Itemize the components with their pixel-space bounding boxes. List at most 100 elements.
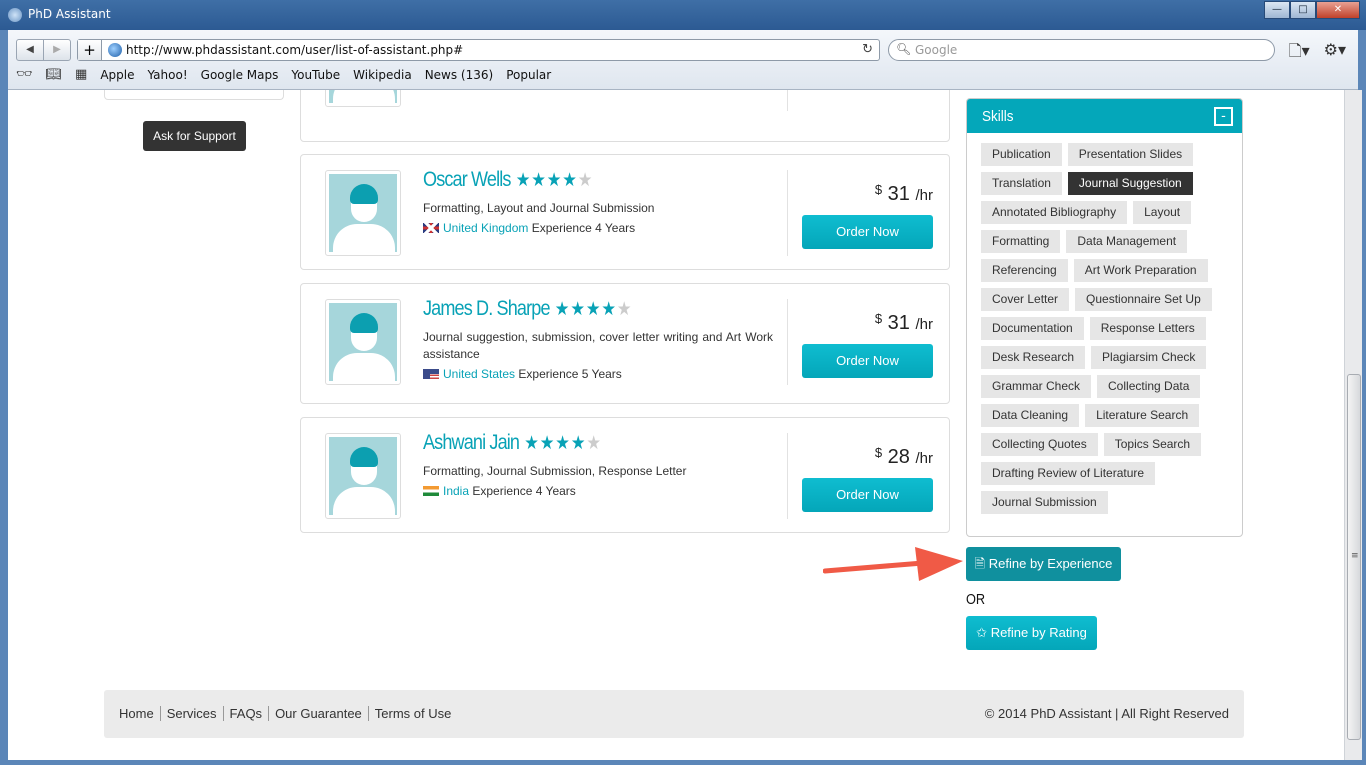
browser-icon xyxy=(8,8,22,22)
bookmark-news[interactable]: News (136)▼ xyxy=(425,68,842,529)
rating-stars: ★★★★★ xyxy=(555,299,633,320)
bookmark-wikipedia[interactable]: Wikipedia xyxy=(353,68,412,82)
skill-tag[interactable]: Data Management xyxy=(1066,230,1188,253)
grid-icon[interactable]: ▦ xyxy=(75,67,87,82)
star-icon: ★ xyxy=(554,299,571,320)
bookmark-youtube[interactable]: YouTube xyxy=(291,68,340,82)
bookmark-apple[interactable]: Apple xyxy=(100,68,134,82)
url-text[interactable]: http://www.phdassistant.com/user/list-of… xyxy=(126,43,463,57)
footer-link-home[interactable]: Home xyxy=(119,706,160,721)
skill-tag[interactable]: Art Work Preparation xyxy=(1073,259,1208,282)
close-button[interactable]: ✕ xyxy=(1316,1,1360,19)
country-link[interactable]: United Kingdom xyxy=(443,221,528,235)
price: $ 31 /hr xyxy=(875,311,933,335)
assistant-card: Oscar Wells ★★★★★ Formatting, Layout and … xyxy=(300,154,950,270)
skill-tag[interactable]: Presentation Slides xyxy=(1067,143,1194,166)
star-icon: ★ xyxy=(531,170,547,191)
skill-tag[interactable]: Plagiarsim Check xyxy=(1091,346,1207,369)
skill-tag[interactable]: Formatting xyxy=(981,230,1061,253)
skill-tag[interactable]: Literature Search xyxy=(1085,404,1200,427)
reading-list-icon[interactable]: 👓︎ xyxy=(16,67,33,82)
avatar[interactable] xyxy=(325,90,401,107)
back-button[interactable]: ◀ xyxy=(17,40,43,60)
skill-tag[interactable]: Translation xyxy=(981,172,1062,195)
window-title: PhD Assistant xyxy=(28,7,111,21)
refine-by-rating-button[interactable]: ✩ Refine by Rating xyxy=(966,616,1097,650)
scrollbar-thumb[interactable]: ≡ xyxy=(1347,374,1361,740)
footer-link-faqs[interactable]: FAQs xyxy=(222,706,269,721)
assistant-card: James D. Sharpe ★★★★★ Journal suggestion,… xyxy=(300,283,950,404)
assistant-location: United States Experience 5 Years xyxy=(423,367,622,381)
order-now-button[interactable]: Order Now xyxy=(802,478,933,512)
skill-tag[interactable]: Referencing xyxy=(981,259,1068,282)
star-icon: ★ xyxy=(586,433,602,454)
footer: Home Services FAQs Our Guarantee Terms o… xyxy=(104,690,1244,738)
bookmark-yahoo[interactable]: Yahoo! xyxy=(148,68,188,82)
price-unit: /hr xyxy=(915,450,933,467)
footer-link-terms[interactable]: Terms of Use xyxy=(367,706,458,721)
skill-tag[interactable]: Questionnaire Set Up xyxy=(1075,288,1212,311)
copyright: © 2014 PhD Assistant | All Right Reserve… xyxy=(984,706,1229,721)
skill-tag[interactable]: Documentation xyxy=(981,317,1084,340)
collapse-button[interactable]: - xyxy=(1214,107,1233,126)
bookmark-google-maps[interactable]: Google Maps xyxy=(201,68,279,82)
skills-panel: Skills - Publication Presentation Slides T… xyxy=(966,98,1243,537)
or-label: OR xyxy=(966,591,986,608)
skill-tag[interactable]: Layout xyxy=(1133,201,1192,224)
star-icon: ★ xyxy=(546,170,563,191)
arrow-annotation xyxy=(823,547,963,581)
divider xyxy=(787,299,788,385)
flag-icon xyxy=(423,369,439,379)
skill-tag[interactable]: Journal Suggestion xyxy=(1067,172,1193,195)
skill-tag[interactable]: Desk Research xyxy=(981,346,1086,369)
avatar[interactable] xyxy=(325,170,401,256)
gear-icon[interactable]: ⚙▾ xyxy=(1324,40,1346,67)
web-page: Ask for Support United States Experience… xyxy=(8,90,1344,760)
skill-tag[interactable]: Collecting Quotes xyxy=(981,433,1098,456)
country-link[interactable]: India xyxy=(443,484,469,498)
reload-icon[interactable]: ↻ xyxy=(862,42,873,57)
skill-tag[interactable]: Drafting Review of Literature xyxy=(981,462,1156,485)
order-now-button[interactable]: Order Now xyxy=(802,215,933,249)
vertical-scrollbar[interactable]: ≡ xyxy=(1344,90,1362,760)
minimize-button[interactable]: — xyxy=(1264,1,1290,19)
skill-tag[interactable]: Publication xyxy=(981,143,1062,166)
avatar[interactable] xyxy=(325,299,401,385)
skill-tag[interactable]: Data Cleaning xyxy=(981,404,1080,427)
star-icon: ★ xyxy=(555,433,571,454)
order-now-button[interactable]: Order Now xyxy=(802,344,933,378)
price-value: 31 xyxy=(887,312,910,334)
maximize-button[interactable]: □ xyxy=(1290,1,1316,19)
rating-stars: ★★★★★ xyxy=(524,433,602,454)
rating-stars: ★★★★★ xyxy=(516,170,594,191)
skill-tag[interactable]: Annotated Bibliography xyxy=(981,201,1128,224)
avatar[interactable] xyxy=(325,433,401,519)
add-bookmark-button[interactable]: + xyxy=(78,40,102,60)
popular-label: Popular xyxy=(506,67,552,82)
bookmarks-bar: 👓︎ 📖︎ ▦ Apple Yahoo! Google Maps YouTube… xyxy=(16,67,842,529)
assistant-name[interactable]: James D. Sharpe ★★★★★ xyxy=(423,297,632,321)
skill-tag[interactable]: Cover Letter xyxy=(981,288,1070,311)
skill-tag[interactable]: Collecting Data xyxy=(1097,375,1201,398)
assistant-name[interactable]: Ashwani Jain ★★★★★ xyxy=(423,431,602,455)
address-bar[interactable]: + http://www.phdassistant.com/user/list-… xyxy=(77,39,880,61)
footer-link-guarantee[interactable]: Our Guarantee xyxy=(268,706,368,721)
page-menu-icon[interactable]: 🗋▾ xyxy=(1289,40,1310,67)
price-value: 31 xyxy=(887,183,910,205)
skill-tag[interactable]: Journal Submission xyxy=(981,491,1108,514)
skill-tag[interactable]: Grammar Check xyxy=(981,375,1092,398)
country-link[interactable]: United States xyxy=(443,367,515,381)
search-input[interactable]: 🔍︎ Google xyxy=(888,39,1275,61)
ask-support-button[interactable]: Ask for Support xyxy=(143,121,246,151)
assistant-name[interactable]: Oscar Wells ★★★★★ xyxy=(423,168,593,192)
forward-button[interactable]: ▶ xyxy=(43,40,70,60)
skill-tag[interactable]: Response Letters xyxy=(1089,317,1206,340)
book-icon[interactable]: 📖︎ xyxy=(46,67,63,82)
skill-tag[interactable]: Topics Search xyxy=(1103,433,1202,456)
star-icon: ★ xyxy=(524,433,540,454)
currency: $ xyxy=(874,311,883,326)
bookmark-popular[interactable]: Popular▼ xyxy=(506,67,842,529)
footer-link-services[interactable]: Services xyxy=(159,706,223,721)
refine-by-experience-button[interactable]: 🗎 Refine by Experience xyxy=(966,547,1121,581)
price-value: 28 xyxy=(887,446,910,468)
